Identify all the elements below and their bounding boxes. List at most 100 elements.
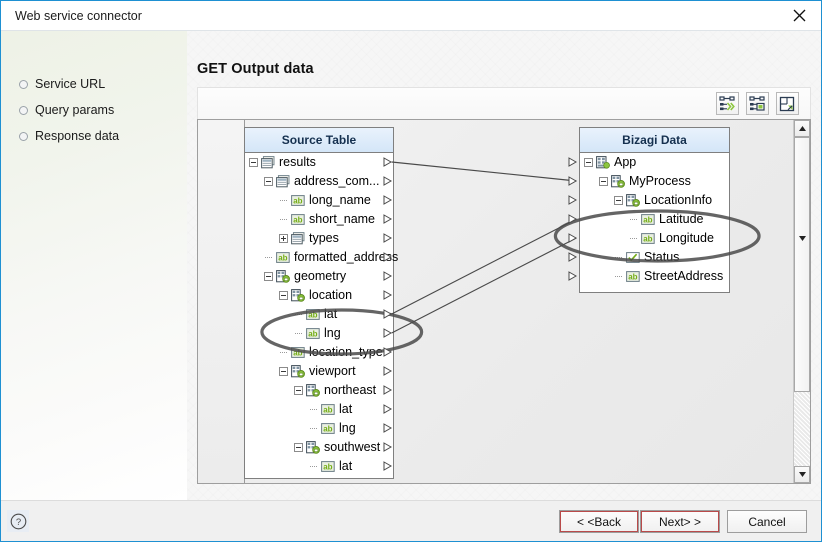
mapping-canvas[interactable]: Source Table results address_com... ab long… bbox=[198, 120, 793, 483]
table-icon bbox=[291, 232, 305, 245]
source-node-lng[interactable]: ab lng bbox=[294, 324, 341, 343]
text-attr-icon: ab bbox=[276, 251, 290, 264]
tree-branch-line bbox=[309, 424, 318, 433]
vertical-scrollbar[interactable] bbox=[793, 120, 810, 483]
source-node-lat[interactable]: ab lat bbox=[309, 400, 352, 419]
source-port-geometry[interactable] bbox=[383, 271, 392, 281]
tree-node-label: lat bbox=[324, 307, 338, 321]
source-node-formatted-address[interactable]: ab formatted_address bbox=[264, 248, 398, 267]
source-node-northeast[interactable]: northeast bbox=[294, 381, 376, 400]
source-port-southwest[interactable] bbox=[383, 442, 392, 452]
source-port-lat[interactable] bbox=[383, 309, 392, 319]
target-port-myprocess[interactable] bbox=[568, 176, 577, 186]
sidebar-item-label: Service URL bbox=[35, 77, 106, 91]
source-node-lng[interactable]: ab lng bbox=[309, 419, 356, 438]
sidebar-item-service-url[interactable]: Service URL bbox=[19, 75, 105, 93]
scrollbar-thumb[interactable] bbox=[794, 137, 810, 392]
target-port-longitude[interactable] bbox=[568, 233, 577, 243]
port-triangle-icon bbox=[568, 233, 577, 243]
collapse-toggle-icon[interactable] bbox=[599, 177, 608, 186]
target-node-latitude[interactable]: ab Latitude bbox=[629, 210, 703, 229]
source-port-location-type[interactable] bbox=[383, 347, 392, 357]
source-node-geometry[interactable]: geometry bbox=[264, 267, 346, 286]
auto-map-button[interactable] bbox=[716, 92, 739, 115]
scroll-down-button[interactable] bbox=[794, 466, 810, 483]
sidebar-item-query-params[interactable]: Query params bbox=[19, 101, 114, 119]
source-node-results[interactable]: results bbox=[249, 153, 316, 172]
target-node-streetaddress[interactable]: ab StreetAddress bbox=[614, 267, 723, 286]
source-port-lng[interactable] bbox=[383, 423, 392, 433]
source-table-tree[interactable]: Source Table results address_com... ab long… bbox=[244, 127, 398, 479]
close-button[interactable] bbox=[777, 1, 821, 30]
port-triangle-icon bbox=[383, 366, 392, 376]
source-node-long-name[interactable]: ab long_name bbox=[279, 191, 371, 210]
source-port-lat[interactable] bbox=[383, 461, 392, 471]
source-port-long-name[interactable] bbox=[383, 195, 392, 205]
collapse-toggle-icon[interactable] bbox=[294, 386, 303, 395]
target-port-latitude[interactable] bbox=[568, 214, 577, 224]
scroll-up-button[interactable] bbox=[794, 120, 810, 137]
collapse-toggle-icon[interactable] bbox=[279, 291, 288, 300]
source-port-lng[interactable] bbox=[383, 328, 392, 338]
source-port-results[interactable] bbox=[383, 157, 392, 167]
target-node-status[interactable]: Status bbox=[614, 248, 679, 267]
source-port-formatted-address[interactable] bbox=[383, 252, 392, 262]
target-node-locationinfo[interactable]: LocationInfo bbox=[614, 191, 712, 210]
back-button[interactable]: < <Back bbox=[559, 510, 639, 533]
tree-branch-line bbox=[294, 310, 303, 319]
source-port-short-name[interactable] bbox=[383, 214, 392, 224]
entity-icon bbox=[291, 289, 305, 302]
target-port-streetaddress[interactable] bbox=[568, 271, 577, 281]
collapse-toggle-icon[interactable] bbox=[584, 158, 593, 167]
entity-icon bbox=[291, 365, 305, 378]
collapse-toggle-icon[interactable] bbox=[294, 443, 303, 452]
source-node-short-name[interactable]: ab short_name bbox=[279, 210, 375, 229]
collapse-toggle-icon[interactable] bbox=[614, 196, 623, 205]
source-port-location[interactable] bbox=[383, 290, 392, 300]
help-button[interactable]: ? bbox=[7, 510, 29, 532]
text-attr-icon: ab bbox=[641, 232, 655, 245]
tree-node-label: geometry bbox=[294, 269, 347, 283]
entity-icon bbox=[276, 270, 290, 283]
source-port-types[interactable] bbox=[383, 233, 392, 243]
map-settings-button[interactable] bbox=[746, 92, 769, 115]
source-node-location[interactable]: location bbox=[279, 286, 352, 305]
expand-toggle-icon[interactable] bbox=[279, 234, 288, 243]
port-triangle-icon bbox=[383, 404, 392, 414]
tree-node-label: lng bbox=[324, 326, 341, 340]
dialog-footer: ? < <Back Next> > Cancel bbox=[1, 500, 821, 541]
collapse-toggle-icon[interactable] bbox=[264, 177, 273, 186]
table-icon bbox=[276, 175, 290, 188]
target-port-locationinfo[interactable] bbox=[568, 195, 577, 205]
source-port-address-com[interactable] bbox=[383, 176, 392, 186]
bizagi-data-tree[interactable]: Bizagi Data App MyProcess LocationInfo ab La… bbox=[579, 127, 730, 293]
cancel-button[interactable]: Cancel bbox=[727, 510, 807, 533]
source-node-lat[interactable]: ab lat bbox=[309, 457, 352, 476]
collapse-toggle-icon[interactable] bbox=[279, 367, 288, 376]
source-node-lat[interactable]: ab lat bbox=[294, 305, 337, 324]
target-node-app[interactable]: App bbox=[584, 153, 636, 172]
sidebar-item-response-data[interactable]: Response data bbox=[19, 127, 119, 145]
target-port-app[interactable] bbox=[568, 157, 577, 167]
tree-branch-line bbox=[279, 196, 288, 205]
source-port-viewport[interactable] bbox=[383, 366, 392, 376]
source-port-northeast[interactable] bbox=[383, 385, 392, 395]
source-node-southwest[interactable]: southwest bbox=[294, 438, 380, 457]
source-port-lat[interactable] bbox=[383, 404, 392, 414]
port-triangle-icon bbox=[383, 423, 392, 433]
save-mapping-button[interactable] bbox=[776, 92, 799, 115]
source-node-location-type[interactable]: ab location_type bbox=[279, 343, 383, 362]
target-node-myprocess[interactable]: MyProcess bbox=[599, 172, 691, 191]
source-node-viewport[interactable]: viewport bbox=[279, 362, 356, 381]
collapse-toggle-icon[interactable] bbox=[249, 158, 258, 167]
next-button[interactable]: Next> > bbox=[640, 510, 720, 533]
collapse-toggle-icon[interactable] bbox=[264, 272, 273, 281]
bullet-icon bbox=[19, 131, 28, 141]
source-node-types[interactable]: types bbox=[279, 229, 339, 248]
target-node-longitude[interactable]: ab Longitude bbox=[629, 229, 714, 248]
tree-branch-line bbox=[629, 215, 638, 224]
target-port-status[interactable] bbox=[568, 252, 577, 262]
source-node-address-com[interactable]: address_com... bbox=[264, 172, 379, 191]
port-triangle-icon bbox=[383, 271, 392, 281]
text-attr-icon: ab bbox=[306, 308, 320, 321]
